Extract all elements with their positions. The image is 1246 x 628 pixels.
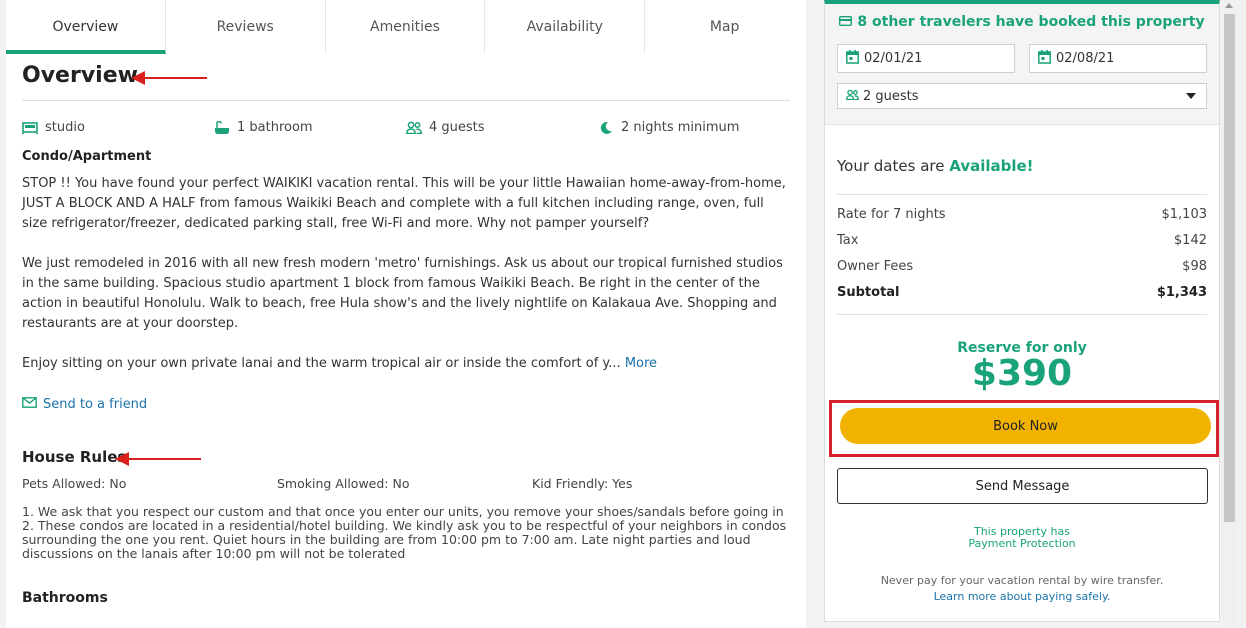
checkin-date-value: 02/01/21 [864,51,923,66]
smoking-rule: Smoking Allowed: No [277,476,410,491]
bathtub-icon [214,120,230,135]
cost-label: Tax [837,232,859,248]
wire-warning-text: Never pay for your vacation rental by wi… [880,574,1164,587]
fact-label: 4 guests [429,120,485,135]
description-paragraph: Enjoy sitting on your own private lanai … [22,354,790,374]
property-facts: studio 1 bathroom 4 guests 2 nights mini… [22,120,790,135]
cost-label: Rate for 7 nights [837,206,946,222]
bed-icon [22,121,38,135]
cost-row: Owner Fees $98 [837,253,1207,279]
booking-card-header: 8 other travelers have booked this prope… [825,4,1219,125]
tab-overview[interactable]: Overview [6,0,166,54]
booked-notice: 8 other travelers have booked this prope… [825,4,1219,30]
moon-icon [598,121,614,135]
wire-transfer-warning: Never pay for your vacation rental by wi… [825,573,1219,605]
payment-protection-notice[interactable]: This property has Payment Protection [825,526,1219,550]
cost-row: Rate for 7 nights $1,103 [837,201,1207,227]
description-paragraph: STOP !! You have found your perfect WAIK… [22,176,786,231]
fact-label: studio [45,120,85,135]
pets-rule: Pets Allowed: No [22,476,127,491]
checkout-date-value: 02/08/21 [1056,51,1115,66]
checkin-date-field[interactable]: 02/01/21 [837,44,1015,73]
fact-label: 1 bathroom [237,120,313,135]
credit-card-icon [839,14,853,30]
availability-prefix: Your dates are [837,157,945,175]
send-to-friend-link[interactable]: Send to a friend [22,397,790,412]
protection-line: Payment Protection [968,537,1076,550]
booked-notice-text: 8 other travelers have booked this prope… [857,14,1205,30]
guests-value: 2 guests [863,88,919,104]
tab-map[interactable]: Map [645,0,804,54]
guests-icon [845,89,860,104]
book-now-button[interactable]: Book Now [840,408,1211,444]
house-rules-title: House Rules [22,448,127,466]
divider [837,314,1207,315]
cost-value: $98 [1182,258,1207,274]
annotation-arrow-icon [131,71,207,85]
date-range: 02/01/21 02/08/21 [825,44,1219,73]
send-message-button[interactable]: Send Message [837,468,1208,504]
calendar-icon [846,49,859,68]
tab-amenities[interactable]: Amenities [325,0,486,54]
house-rules-text: 1. We ask that you respect our custom an… [22,504,787,561]
fact-min-nights: 2 nights minimum [598,120,790,135]
fact-label: 2 nights minimum [621,120,740,135]
fact-guests: 4 guests [406,120,598,135]
booking-card: 8 other travelers have booked this prope… [824,0,1220,622]
scroll-up-icon[interactable] [1225,3,1233,8]
guests-select[interactable]: 2 guests [837,83,1207,109]
envelope-icon [22,397,37,412]
more-link[interactable]: More [625,356,657,371]
kids-rule: Kid Friendly: Yes [532,476,633,491]
cost-value: $142 [1173,232,1207,248]
checkout-date-field[interactable]: 02/08/21 [1029,44,1207,73]
scrollbar[interactable] [1222,0,1237,628]
description-excerpt: Enjoy sitting on your own private lanai … [22,356,621,371]
tab-reviews[interactable]: Reviews [165,0,326,54]
guests-icon [406,121,422,135]
calendar-icon [1038,49,1051,68]
annotation-arrow-icon [115,452,201,466]
fact-studio: studio [22,120,214,135]
cost-row: Tax $142 [837,227,1207,253]
property-type: Condo/Apartment [22,149,152,164]
availability-word: Available! [949,157,1034,175]
subtotal-value: $1,343 [1156,284,1207,300]
tab-availability[interactable]: Availability [485,0,646,54]
cost-breakdown: Rate for 7 nights $1,103 Tax $142 Owner … [825,195,1219,305]
overview-content: Overview studio 1 bathroom 4 guests 2 ni… [22,54,790,606]
chevron-down-icon [1186,93,1196,99]
listing-tabs: Overview Reviews Amenities Availability … [6,0,804,54]
book-now-highlight-frame: Book Now [829,400,1219,457]
cost-value: $1,103 [1161,206,1208,222]
fact-bathroom: 1 bathroom [214,120,406,135]
left-gutter [0,0,6,628]
cost-label: Owner Fees [837,258,914,274]
divider [22,100,790,101]
scrollbar-thumb[interactable] [1224,14,1235,522]
house-rules-summary: Pets Allowed: No Smoking Allowed: No Kid… [22,476,790,491]
overview-title: Overview [22,63,138,88]
description-paragraph: We just remodeled in 2016 with all new f… [22,256,783,331]
learn-more-link[interactable]: Learn more about paying safely. [825,589,1219,605]
listing-main-column: Overview Reviews Amenities Availability … [0,0,806,628]
subtotal-row: Subtotal $1,343 [837,279,1207,305]
house-rules-heading-row: House Rules [22,448,790,468]
send-to-friend-label: Send to a friend [43,397,148,412]
bathrooms-title: Bathrooms [22,590,108,606]
subtotal-label: Subtotal [837,284,900,300]
overview-heading-row: Overview [22,63,790,93]
reserve-price: $390 [971,353,1073,394]
availability-status: Your dates are Available! [825,125,1219,175]
